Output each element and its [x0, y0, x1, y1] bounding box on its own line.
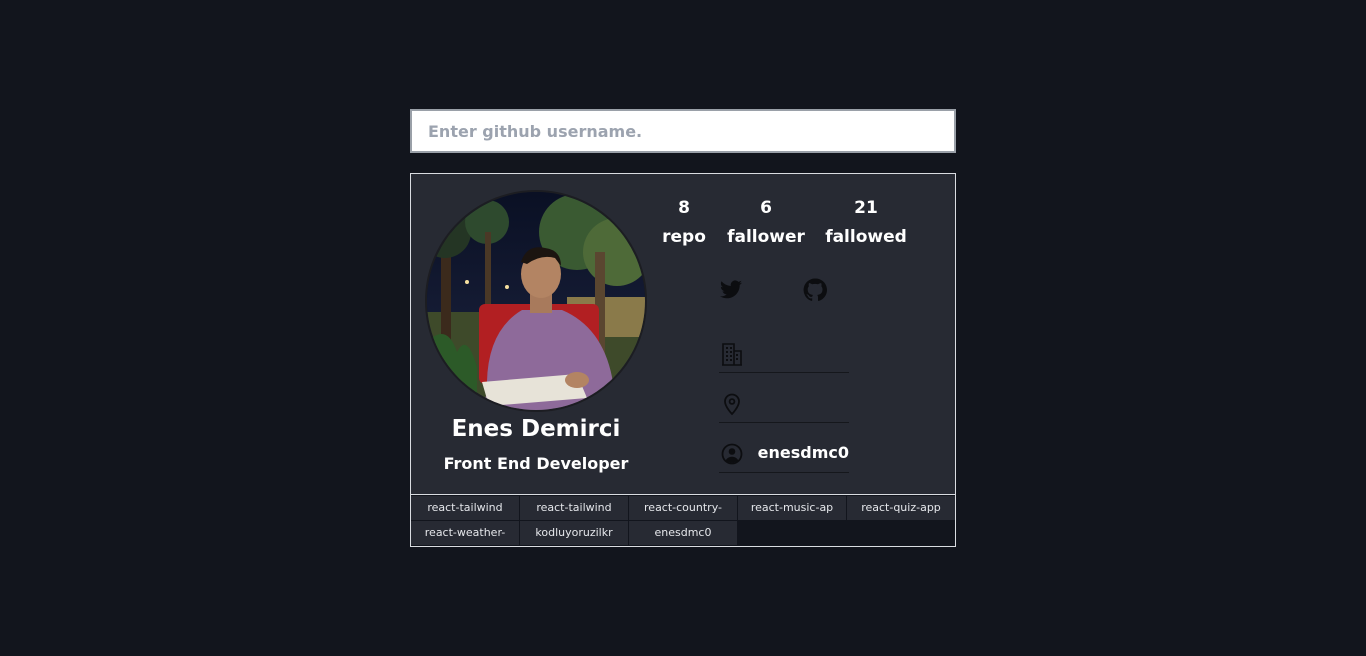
repo-list: react-tailwind react-tailwind react-coun…: [410, 495, 956, 547]
stat-followed: 21 fallowed: [821, 196, 911, 254]
stat-value: 8: [678, 198, 690, 218]
username-search-input[interactable]: [412, 111, 954, 151]
stat-label: fallower: [727, 227, 805, 247]
stat-follower: 6 fallower: [725, 196, 807, 254]
repo-item[interactable]: react-weather-: [411, 521, 519, 545]
repo-item[interactable]: react-quiz-app: [847, 496, 955, 520]
stat-repo: 8 repo: [661, 196, 707, 254]
repo-item[interactable]: react-tailwind: [411, 496, 519, 520]
user-circle-icon: [721, 442, 743, 466]
stat-label: fallowed: [825, 227, 907, 247]
profile-name: Enes Demirci: [451, 416, 621, 442]
twitter-icon[interactable]: [719, 278, 743, 302]
search-box: [410, 109, 956, 153]
avatar: [425, 190, 647, 412]
stat-value: 6: [760, 198, 772, 218]
info-login: enesdmc0: [719, 438, 849, 473]
repo-item[interactable]: react-music-ap: [738, 496, 846, 520]
repo-item[interactable]: enesdmc0: [629, 521, 737, 545]
info-location: [719, 388, 849, 423]
profile-bio: Front End Developer: [443, 454, 629, 473]
stat-label: repo: [662, 227, 706, 247]
profile-card: Enes Demirci Front End Developer 8 repo …: [410, 173, 956, 495]
building-icon: [721, 342, 743, 366]
repo-item[interactable]: react-tailwind: [520, 496, 628, 520]
github-icon[interactable]: [803, 278, 827, 302]
repo-item[interactable]: kodluyoruzilkr: [520, 521, 628, 545]
repo-item[interactable]: react-country-: [629, 496, 737, 520]
login-value: enesdmc0: [757, 443, 849, 462]
info-company: [719, 338, 849, 373]
stat-value: 21: [854, 198, 878, 218]
map-pin-icon: [721, 392, 743, 416]
